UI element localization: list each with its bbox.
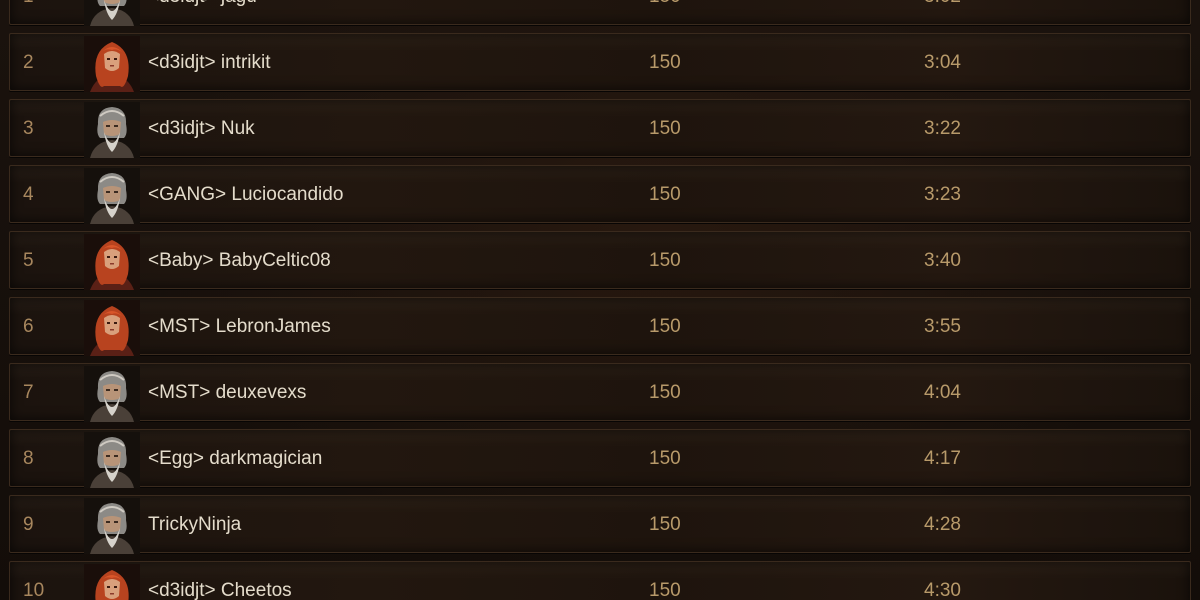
rank-number: 7 <box>23 382 34 403</box>
female-monk-portrait-icon <box>84 300 140 356</box>
leaderboard-row[interactable]: 3 <d3idjt> Nuk 150 3:22 <box>9 99 1191 158</box>
greater-rift-level: 150 <box>649 184 681 205</box>
male-monk-portrait-icon <box>84 498 140 554</box>
rank-number: 10 <box>23 580 45 600</box>
player-name[interactable]: <d3idjt> Nuk <box>148 100 255 158</box>
leaderboard-row[interactable]: 7 <MST> deuxevexs 150 4:04 <box>9 363 1191 422</box>
player-name[interactable]: <MST> deuxevexs <box>148 364 306 422</box>
leaderboard-row[interactable]: 5 <Baby> BabyCeltic08 150 3:40 <box>9 231 1191 290</box>
rank-number: 8 <box>23 448 34 469</box>
female-monk-portrait-icon <box>84 234 140 290</box>
greater-rift-level: 150 <box>649 448 681 469</box>
male-monk-portrait-icon <box>84 0 140 26</box>
player-name[interactable]: <GANG> Luciocandido <box>148 166 343 224</box>
male-monk-portrait-icon <box>84 432 140 488</box>
female-monk-portrait-icon <box>84 36 140 92</box>
greater-rift-level: 150 <box>649 382 681 403</box>
clear-time: 4:28 <box>924 514 961 535</box>
female-monk-portrait-icon <box>84 564 140 600</box>
clear-time: 3:55 <box>924 316 961 337</box>
clear-time: 3:04 <box>924 52 961 73</box>
player-name[interactable]: <d3idjt> Cheetos <box>148 562 292 600</box>
player-name[interactable]: <d3idjt> jagu <box>148 0 257 26</box>
greater-rift-level: 150 <box>649 52 681 73</box>
clear-time: 4:17 <box>924 448 961 469</box>
clear-time: 3:40 <box>924 250 961 271</box>
rank-number: 5 <box>23 250 34 271</box>
leaderboard-row[interactable]: 6 <MST> LebronJames 150 3:55 <box>9 297 1191 356</box>
leaderboard-row[interactable]: 1 <d3idjt> jagu 150 3:02 <box>9 0 1191 26</box>
player-name[interactable]: <MST> LebronJames <box>148 298 331 356</box>
leaderboard-row[interactable]: 8 <Egg> darkmagician 150 4:17 <box>9 429 1191 488</box>
player-name[interactable]: TrickyNinja <box>148 496 241 554</box>
greater-rift-level: 150 <box>649 250 681 271</box>
male-monk-portrait-icon <box>84 366 140 422</box>
greater-rift-level: 150 <box>649 0 681 26</box>
clear-time: 3:23 <box>924 184 961 205</box>
player-name[interactable]: <Baby> BabyCeltic08 <box>148 232 331 290</box>
leaderboard-row[interactable]: 4 <GANG> Luciocandido 150 3:23 <box>9 165 1191 224</box>
leaderboard-row[interactable]: 10 <d3idjt> Cheetos 150 4:30 <box>9 561 1191 600</box>
greater-rift-level: 150 <box>649 580 681 600</box>
clear-time: 4:04 <box>924 382 961 403</box>
male-monk-portrait-icon <box>84 168 140 224</box>
rank-number: 9 <box>23 514 34 535</box>
rank-number: 1 <box>23 0 34 26</box>
greater-rift-level: 150 <box>649 514 681 535</box>
male-monk-portrait-icon <box>84 102 140 158</box>
leaderboard-row[interactable]: 9 TrickyNinja 150 4:28 <box>9 495 1191 554</box>
player-name[interactable]: <Egg> darkmagician <box>148 430 322 488</box>
clear-time: 4:30 <box>924 580 961 600</box>
rank-number: 3 <box>23 118 34 139</box>
clear-time: 3:02 <box>924 0 961 26</box>
leaderboard-panel: 1 <d3idjt> jagu 150 3:02 2 <d3idjt> intr… <box>0 0 1200 600</box>
player-name[interactable]: <d3idjt> intrikit <box>148 34 271 92</box>
leaderboard-row[interactable]: 2 <d3idjt> intrikit 150 3:04 <box>9 33 1191 92</box>
rank-number: 4 <box>23 184 34 205</box>
rank-number: 6 <box>23 316 34 337</box>
greater-rift-level: 150 <box>649 118 681 139</box>
clear-time: 3:22 <box>924 118 961 139</box>
greater-rift-level: 150 <box>649 316 681 337</box>
rank-number: 2 <box>23 52 34 73</box>
